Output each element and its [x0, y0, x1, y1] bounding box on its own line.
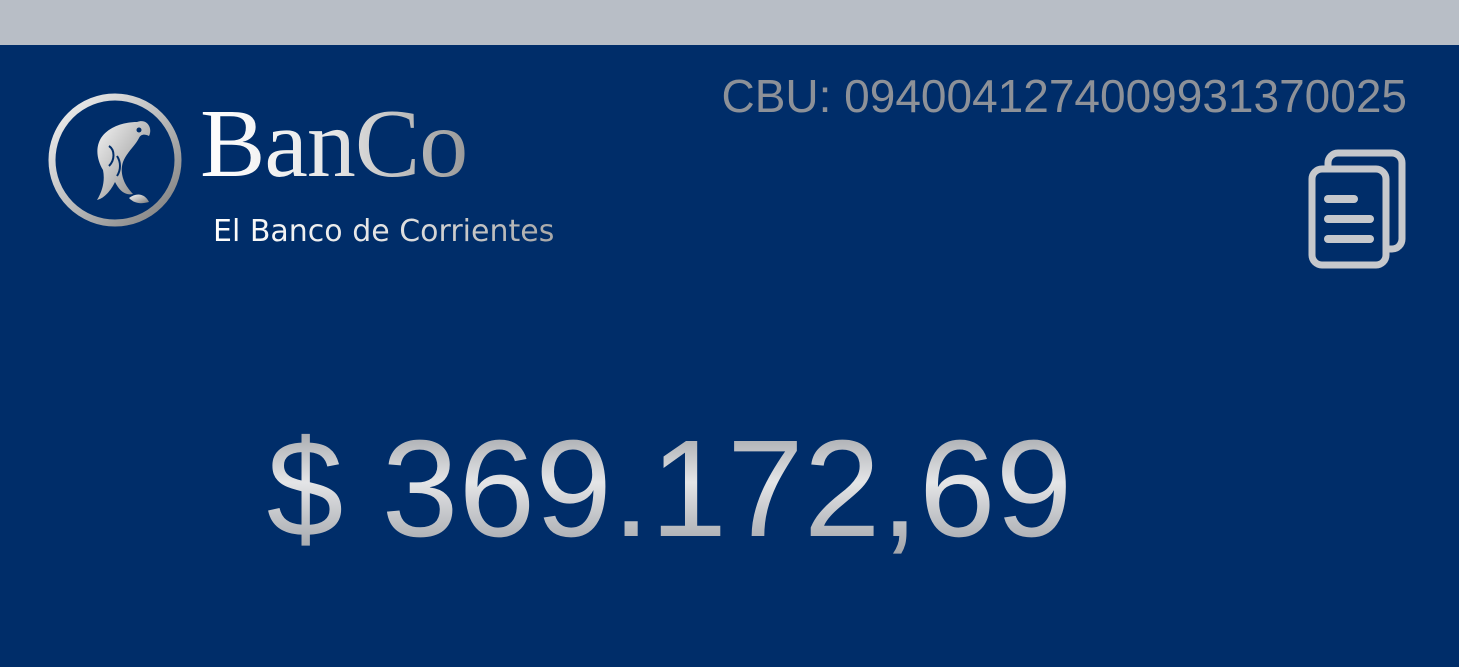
- balance-section: $ 369.172,69: [0, 420, 1459, 558]
- top-strip: [0, 0, 1459, 45]
- cbu-text: CBU: 0940041274009931370025: [721, 70, 1407, 122]
- brand-name: BanCo: [200, 90, 468, 198]
- fish-emblem-icon: [48, 93, 182, 227]
- balance-amount: $ 369.172,69: [266, 412, 1073, 566]
- copy-icon[interactable]: [1306, 149, 1410, 271]
- brand-tagline: El Banco de Corrientes: [213, 214, 555, 249]
- account-card: BanCo El Banco de Corrientes CBU: 094004…: [0, 45, 1459, 667]
